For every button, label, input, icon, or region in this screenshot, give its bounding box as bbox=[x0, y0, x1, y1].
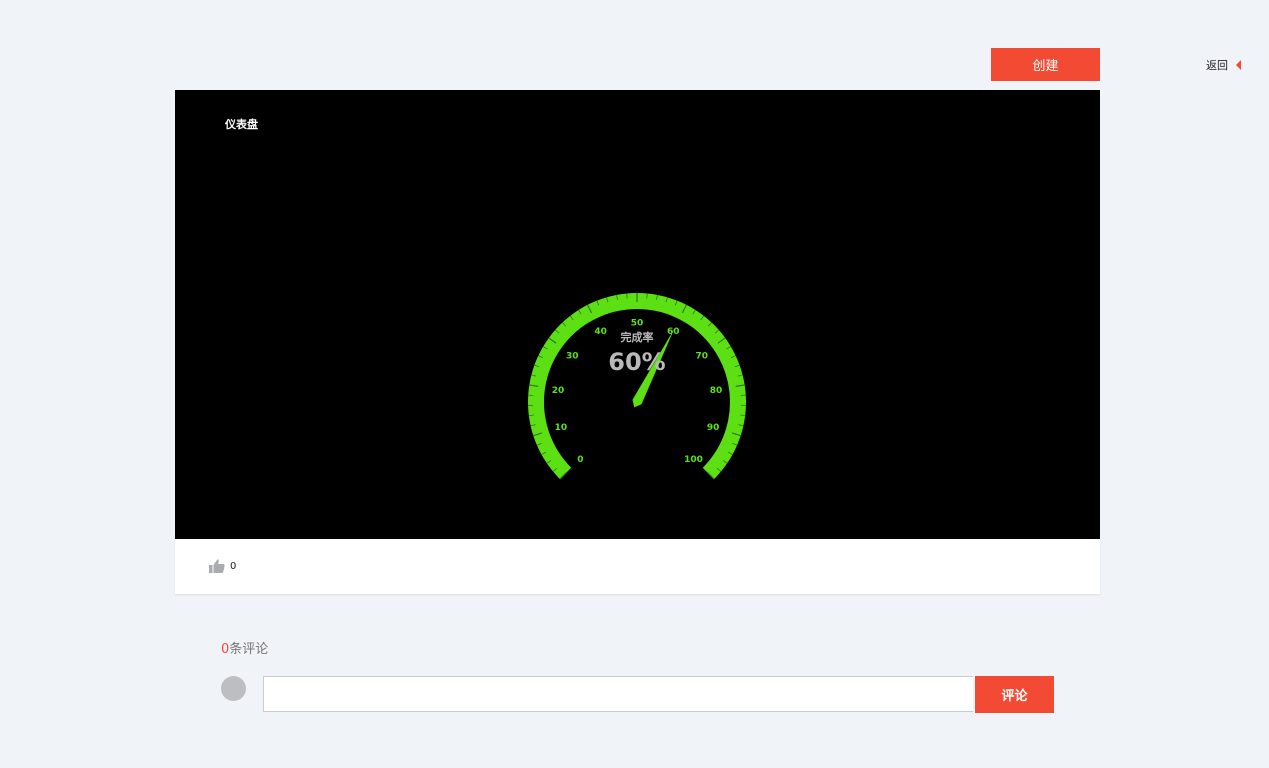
gauge-tick-label: 100 bbox=[684, 455, 703, 465]
gauge-tick-label: 60 bbox=[667, 327, 680, 337]
gauge-value: 60% bbox=[608, 348, 665, 376]
comment-submit-button[interactable]: 评论 bbox=[975, 676, 1054, 713]
thumbs-up-icon bbox=[209, 559, 225, 573]
panel-footer: 0 bbox=[175, 539, 1100, 594]
gauge-tick-label: 70 bbox=[695, 351, 708, 361]
caret-left-icon bbox=[1236, 60, 1241, 70]
like-button[interactable]: 0 bbox=[209, 559, 236, 573]
gauge-tick-label: 30 bbox=[566, 351, 579, 361]
comment-count-suffix: 条评论 bbox=[229, 642, 269, 657]
gauge-chart: 0 10 20 30 40 50 60 70 80 90 100 完成率 60% bbox=[528, 293, 746, 480]
gauge-tick-label: 80 bbox=[710, 386, 723, 396]
comment-input[interactable] bbox=[263, 676, 973, 712]
gauge-tick-label: 0 bbox=[577, 455, 583, 465]
like-count: 0 bbox=[230, 560, 237, 572]
gauge-tick-label: 10 bbox=[555, 423, 568, 433]
comment-count: 0条评论 bbox=[221, 638, 268, 657]
gauge-tick-label: 40 bbox=[594, 327, 607, 337]
back-link[interactable]: 返回 bbox=[1206, 57, 1241, 73]
gauge-tick-label: 90 bbox=[707, 423, 720, 433]
back-label: 返回 bbox=[1206, 59, 1228, 72]
gauge-label: 完成率 bbox=[621, 330, 654, 344]
avatar bbox=[221, 676, 246, 701]
gauge-tick-label: 50 bbox=[631, 319, 644, 329]
create-button[interactable]: 创建 bbox=[991, 48, 1100, 81]
gauge-tick-label: 20 bbox=[552, 386, 565, 396]
dashboard-panel: 仪表盘 0 10 20 30 40 50 60 70 80 90 100 完成率 60% bbox=[175, 90, 1100, 539]
